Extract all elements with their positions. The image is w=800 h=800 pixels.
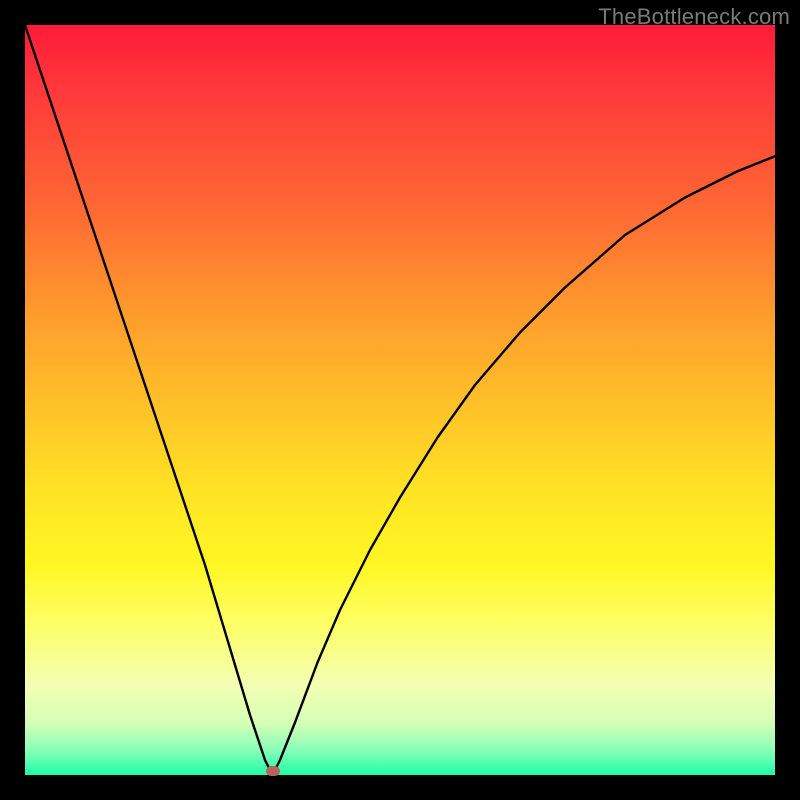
chart-frame: TheBottleneck.com [0,0,800,800]
optimum-marker [266,766,280,776]
bottleneck-curve [25,25,775,771]
plot-area [25,25,775,775]
watermark-label: TheBottleneck.com [598,4,790,30]
curve-svg [25,25,775,775]
